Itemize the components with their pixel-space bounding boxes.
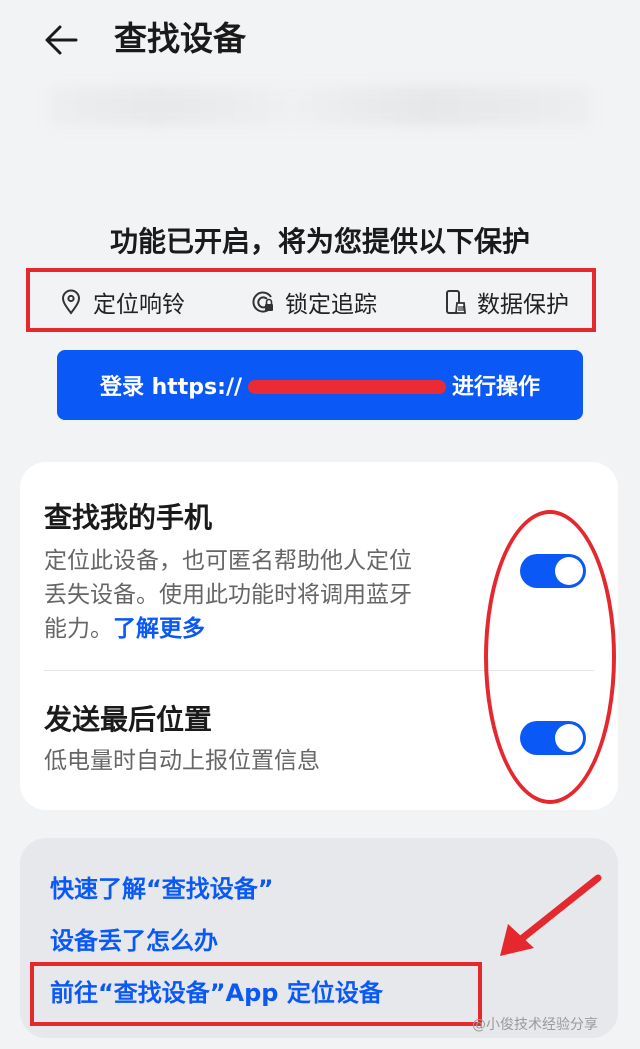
feature-label: 数据保护 xyxy=(477,292,569,318)
login-website-button[interactable]: 登录 https:// 进行操作 xyxy=(57,350,583,420)
feature-label: 定位响铃 xyxy=(93,292,185,318)
watermark: @小俊技术经验分享 xyxy=(472,1017,598,1033)
link-quick-learn[interactable]: 快速了解“查找设备” xyxy=(50,872,274,906)
blurred-account-info xyxy=(50,86,590,126)
feature-data-protect: 数据保护 xyxy=(443,285,569,319)
location-pin-icon xyxy=(61,289,81,315)
setting-description: 定位此设备，也可匿名帮助他人定位丢失设备。使用此功能时将调用蓝牙能力。了解更多 xyxy=(44,544,424,646)
feature-locate-ring: 定位响铃 xyxy=(59,285,185,319)
protection-features: 定位响铃 锁定追踪 数据保护 xyxy=(26,268,602,338)
feature-label: 锁定追踪 xyxy=(285,292,377,318)
redacted-url-mark xyxy=(248,380,447,394)
link-lost-device[interactable]: 设备丢了怎么办 xyxy=(50,924,218,958)
login-button-suffix: 进行操作 xyxy=(452,375,541,400)
setting-description-text: 定位此设备，也可匿名帮助他人定位丢失设备。使用此功能时将调用蓝牙能力。 xyxy=(44,548,412,642)
learn-more-link[interactable]: 了解更多 xyxy=(113,616,205,642)
protection-title: 功能已开启，将为您提供以下保护 xyxy=(109,225,530,258)
phone-clean-icon xyxy=(446,290,466,314)
login-button-prefix: 登录 https:// xyxy=(99,375,243,400)
annotation-arrow xyxy=(500,874,602,956)
back-button[interactable] xyxy=(40,18,84,62)
setting-description: 低电量时自动上报位置信息 xyxy=(44,748,320,774)
header: 查找设备 xyxy=(0,0,640,80)
arrow-left-icon xyxy=(45,25,78,55)
lock-track-icon xyxy=(252,291,273,313)
annotation-ellipse-toggles xyxy=(484,510,616,804)
annotation-box-app-link xyxy=(30,962,482,1026)
page-title: 查找设备 xyxy=(114,19,246,58)
feature-lock-track: 锁定追踪 xyxy=(251,285,377,319)
